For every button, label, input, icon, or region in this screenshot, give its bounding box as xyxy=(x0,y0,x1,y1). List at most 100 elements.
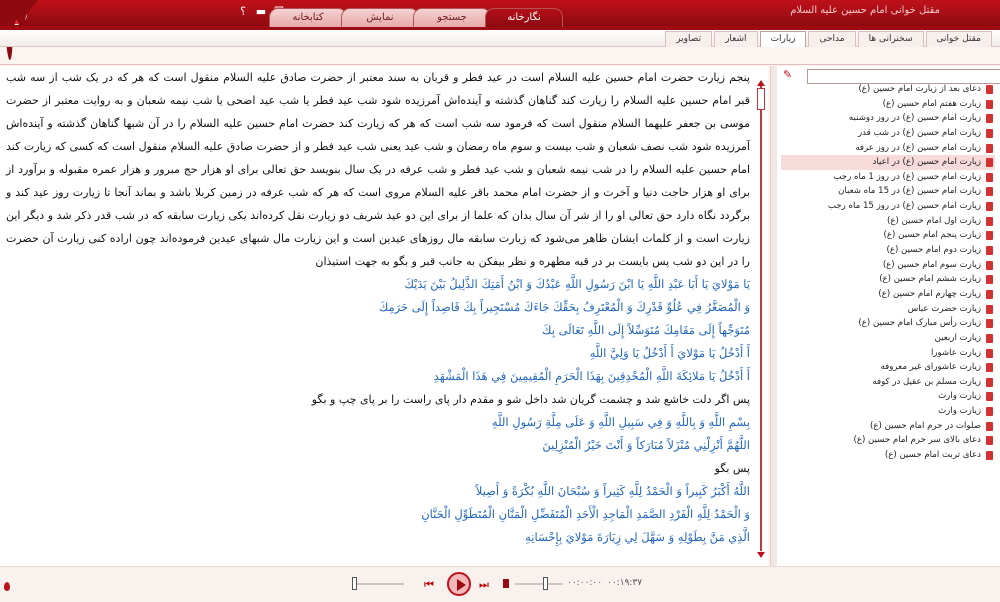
drop-icon xyxy=(4,582,10,591)
document-icon xyxy=(986,304,993,314)
tab-0[interactable]: نگارخانه xyxy=(485,8,563,27)
list-item[interactable]: زیارت امام حسین (ع) در روز دوشنبه xyxy=(781,111,995,126)
document-icon xyxy=(986,231,993,241)
seek-track[interactable] xyxy=(354,583,404,585)
list-item[interactable]: زیارت امام حسین (ع) در اعیاد xyxy=(781,155,995,170)
arabic-verse: اللَّهُمَّ أَنْزِلْنِي مُنْزَلاً مُبَارَ… xyxy=(542,438,750,452)
list-item-label: زیارت رأس مبارک امام حسین (ع) xyxy=(858,318,981,329)
list-item[interactable]: زیارت دوم امام حسین (ع) xyxy=(781,243,995,258)
total-time: ۰۰:۱۹:۳۷ xyxy=(607,578,643,588)
list-item[interactable]: زیارت مسلم بن عقیل در کوفه xyxy=(781,375,995,390)
list-item-label: زیارت هفتم امام حسین (ع) xyxy=(882,98,981,109)
list-item-label: زیارت امام حسین (ع) در اعیاد xyxy=(872,157,981,168)
scroll-thumb[interactable] xyxy=(757,88,765,110)
document-icon xyxy=(986,319,993,329)
volume-knob[interactable] xyxy=(543,577,548,590)
arabic-verse: بِسْمِ اللَّهِ وَ بِاللَّهِ وَ فِي سَبِي… xyxy=(491,415,750,429)
document-icon xyxy=(986,436,993,446)
subtab-2[interactable]: مداحی xyxy=(808,31,856,47)
document-icon xyxy=(986,246,993,256)
arabic-verse: أَ أَدْخُلُ يَا مَوْلايَ أَ أَدْخُلُ يَا… xyxy=(589,346,750,360)
document-icon xyxy=(986,143,993,153)
document-icon xyxy=(986,187,993,197)
list-item-label: زیارت امام حسین (ع) در روز عرفه xyxy=(855,142,981,153)
seek-knob[interactable] xyxy=(352,577,357,590)
elapsed-time: ۰۰:۰۰:۰۰ xyxy=(567,578,603,588)
subtab-5[interactable]: تصاویر xyxy=(665,31,713,47)
document-icon xyxy=(986,407,993,417)
list-item-label: زیارت دوم امام حسین (ع) xyxy=(886,245,981,256)
subtab-0[interactable]: مقتل خوانی xyxy=(925,31,992,47)
list-item-label: دعای بعد از زیارت امام حسین (ع) xyxy=(858,84,981,94)
list-item[interactable]: دعای تربت امام حسین (ع) xyxy=(781,448,995,463)
list-item-label: زیارت اربعین xyxy=(934,332,981,343)
document-icon xyxy=(986,348,993,358)
main-tabs: نگارخانه جستجو نمایش کتابخانه xyxy=(269,8,563,27)
list-item-label: زیارت امام حسین (ع) در روز 15 ماه رجب xyxy=(827,201,981,212)
previous-icon[interactable]: ⏮ xyxy=(424,578,434,592)
list-item-label: زیارت عاشورا xyxy=(930,347,981,358)
list-item-label: زیارت اول امام حسین (ع) xyxy=(887,215,981,226)
scroll-track[interactable] xyxy=(760,86,762,551)
list-item[interactable]: زیارت چهارم امام حسین (ع) xyxy=(781,287,995,302)
list-item[interactable]: زیارت امام حسین (ع) در روز عرفه xyxy=(781,141,995,156)
persian-paragraph: پنجم زیارت حضرت امام حسین علیه السلام اس… xyxy=(6,71,750,268)
list-item[interactable]: زیارت اول امام حسین (ع) xyxy=(781,214,995,229)
list-item-label: زیارت عاشورای غیر معروفه xyxy=(880,362,981,373)
arabic-verse: أَ أَدْخُلُ يَا مَلائِكَةَ اللَّهِ الْمُ… xyxy=(433,369,750,383)
list-item[interactable]: زیارت رأس مبارک امام حسین (ع) xyxy=(781,316,995,331)
document-icon xyxy=(986,260,993,270)
list-item-label: زیارت وارث xyxy=(938,406,981,417)
document-icon xyxy=(986,85,993,94)
persian-paragraph: پس اگر دلت خاشع شد و چشمت گریان شد داخل … xyxy=(311,393,750,406)
list-item[interactable]: زیارت امام حسین (ع) در روز 15 ماه رجب xyxy=(781,199,995,214)
list-item[interactable]: زیارت هفتم امام حسین (ع) xyxy=(781,97,995,112)
volume-icon[interactable] xyxy=(503,579,509,588)
tab-2[interactable]: نمایش xyxy=(341,8,419,27)
list-item[interactable]: زیارت عاشورا xyxy=(781,346,995,361)
help-button[interactable]: ؟ xyxy=(236,4,250,20)
arabic-verse: وَ الْمُصَغَّرُ فِي عُلُوِّ قَدْرِكَ وَ … xyxy=(378,300,750,314)
list-item[interactable]: زیارت امام حسین (ع) در شب قدر xyxy=(781,126,995,141)
list-item-label: زیارت پنجم امام حسین (ع) xyxy=(883,230,981,241)
tab-3[interactable]: کتابخانه xyxy=(269,8,347,27)
next-icon[interactable]: ⏭ xyxy=(479,578,489,592)
search-icon[interactable]: ✎ xyxy=(783,68,797,81)
document-icon xyxy=(986,421,993,431)
list-item[interactable]: زیارت امام حسین (ع) در روز 1 ماه رجب xyxy=(781,170,995,185)
document-icon xyxy=(986,451,993,461)
tab-1[interactable]: جستجو xyxy=(413,8,491,27)
zyarat-list: دعای بعد از زیارت امام حسین (ع) زیارت هفت… xyxy=(781,82,995,463)
document-icon xyxy=(986,275,993,285)
document-icon xyxy=(986,392,993,402)
list-item[interactable]: صلوات در حرم امام حسین (ع) xyxy=(781,419,995,434)
play-button[interactable] xyxy=(447,572,471,596)
list-item-label: زیارت امام حسین (ع) در روز دوشنبه xyxy=(848,113,981,124)
scroll-down-icon[interactable] xyxy=(757,552,765,558)
list-item[interactable]: دعای بعد از زیارت امام حسین (ع) xyxy=(781,82,995,97)
arabic-verse: الَّذِي مَنَّ بِطَوْلِهِ وَ سَهَّلَ لِي … xyxy=(525,530,750,544)
list-item[interactable]: زیارت اربعین xyxy=(781,331,995,346)
subtab-3[interactable]: زیارات xyxy=(759,31,807,47)
list-item-label: صلوات در حرم امام حسین (ع) xyxy=(870,420,981,431)
volume-track[interactable] xyxy=(515,583,563,585)
audio-player: ⏮ ⏭ ۰۰:۰۰:۰۰ ۰۰:۱۹:۳۷ xyxy=(345,571,645,597)
list-item[interactable]: زیارت حضرت عباس xyxy=(781,302,995,317)
arabic-verse: مُتَوَجِّهاً إِلَى مَقَامِكَ مُتَوَسِّلا… xyxy=(542,323,750,337)
list-item-label: زیارت امام حسین (ع) در روز 1 ماه رجب xyxy=(833,171,981,182)
subtab-4[interactable]: اشعار xyxy=(714,31,758,47)
document-icon xyxy=(986,289,993,299)
list-item[interactable]: زیارت ششم امام حسین (ع) xyxy=(781,272,995,287)
content-scrollbar[interactable] xyxy=(757,80,765,558)
document-icon xyxy=(986,128,993,138)
list-item[interactable]: زیارت وارث xyxy=(781,404,995,419)
list-item[interactable]: زیارت امام حسین (ع) در 15 ماه شعبان xyxy=(781,184,995,199)
list-item[interactable]: زیارت سوم امام حسین (ع) xyxy=(781,258,995,273)
document-icon xyxy=(986,377,993,387)
subtab-1[interactable]: سخنرانی ها xyxy=(857,31,924,47)
list-item[interactable]: دعای بالای سر حرم امام حسین (ع) xyxy=(781,433,995,448)
list-item[interactable]: زیارت پنجم امام حسین (ع) xyxy=(781,228,995,243)
list-item[interactable]: زیارت وارث xyxy=(781,389,995,404)
minimize-icon[interactable]: ▬ xyxy=(254,4,268,20)
list-item[interactable]: زیارت عاشورای غیر معروفه xyxy=(781,360,995,375)
